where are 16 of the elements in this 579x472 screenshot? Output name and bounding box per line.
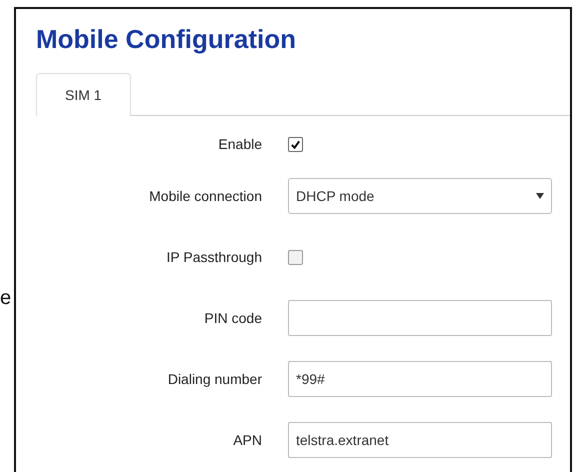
dropdown[interactable]: DHCP mode <box>288 178 552 214</box>
field-label: IP Passthrough <box>166 249 262 265</box>
field-label: APN <box>232 432 262 448</box>
page-title: Mobile Configuration <box>36 23 297 56</box>
input-field[interactable] <box>288 300 552 336</box>
field-label: Mobile connection <box>148 188 262 204</box>
input-field[interactable]: telstra.extranet <box>288 422 552 458</box>
checkbox[interactable] <box>288 136 303 152</box>
field-label: Dialing number <box>166 371 262 387</box>
tab[interactable]: SIM 1 <box>36 73 131 116</box>
field-label: Enable <box>217 136 262 152</box>
input-field[interactable]: *99# <box>288 361 552 397</box>
caret-icon <box>536 193 544 199</box>
field-label: PIN code <box>203 310 262 326</box>
checkbox[interactable] <box>288 250 303 264</box>
cut-off-text: e <box>0 287 12 310</box>
